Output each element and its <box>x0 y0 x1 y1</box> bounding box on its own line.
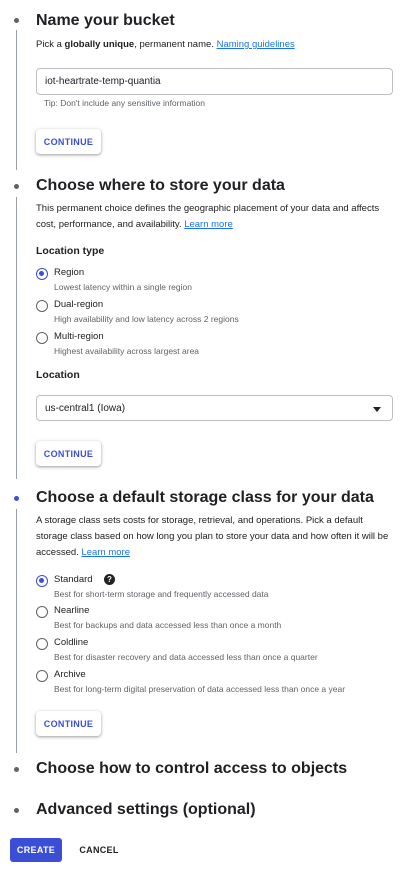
step-3-title[interactable]: Choose a default storage class for your … <box>36 489 374 507</box>
step-5-title[interactable]: Advanced settings (optional) <box>36 801 256 819</box>
radio-label: Multi-region <box>54 331 104 342</box>
radio-label: Coldline <box>54 637 89 648</box>
step-2-continue-button[interactable]: CONTINUE <box>36 441 101 466</box>
storage-option-nearline[interactable]: Nearline Best for backups and data acces… <box>36 605 396 635</box>
step-1-desc-prefix: Pick a <box>36 39 65 50</box>
location-label: Location <box>36 369 80 381</box>
step-2-learn-more-link[interactable]: Learn more <box>184 219 233 230</box>
radio-multi-region[interactable] <box>36 332 48 344</box>
location-option-dual-region[interactable]: Dual-region High availability and low la… <box>36 299 396 329</box>
radio-description: Highest availability across largest area <box>54 346 200 356</box>
radio-dual-region[interactable] <box>36 300 48 312</box>
stepper-rail-3 <box>16 509 17 753</box>
location-option-region[interactable]: Region Lowest latency within a single re… <box>36 267 396 297</box>
step-3-learn-more-link[interactable]: Learn more <box>81 547 130 558</box>
step-3-description: A storage class sets costs for storage, … <box>36 513 396 561</box>
radio-description: Best for long-term digital preservation … <box>54 684 346 694</box>
storage-option-archive[interactable]: Archive Best for long-term digital prese… <box>36 669 396 699</box>
storage-option-standard[interactable]: Standard ? Best for short-term storage a… <box>36 574 396 604</box>
step-4-title[interactable]: Choose how to control access to objects <box>36 760 347 778</box>
radio-label: Standard <box>54 574 93 585</box>
step-3-continue-button[interactable]: CONTINUE <box>36 711 101 736</box>
radio-description: Best for disaster recovery and data acce… <box>54 652 318 662</box>
radio-label: Archive <box>54 669 86 680</box>
radio-description: Best for short-term storage and frequent… <box>54 589 269 599</box>
naming-guidelines-link[interactable]: Naming guidelines <box>217 39 295 50</box>
create-button[interactable]: CREATE <box>10 838 62 862</box>
radio-coldline[interactable] <box>36 638 48 650</box>
step-1-continue-button[interactable]: CONTINUE <box>36 129 101 154</box>
location-select[interactable]: us-central1 (Iowa) <box>36 395 393 421</box>
radio-label: Region <box>54 267 85 278</box>
stepper-rail-2 <box>16 197 17 479</box>
radio-description: Best for backups and data accessed less … <box>54 620 282 630</box>
radio-region[interactable] <box>36 268 48 280</box>
radio-archive[interactable] <box>36 670 48 682</box>
bucket-name-input[interactable] <box>36 68 393 95</box>
radio-label: Dual-region <box>54 299 104 310</box>
radio-label: Nearline <box>54 605 90 616</box>
radio-standard[interactable] <box>36 575 48 587</box>
step-dot-2 <box>14 184 19 189</box>
stepper-rail-1 <box>16 30 17 170</box>
radio-nearline[interactable] <box>36 606 48 618</box>
step-dot-5 <box>14 808 19 813</box>
step-2-title[interactable]: Choose where to store your data <box>36 177 285 195</box>
bucket-name-hint: Tip: Don't include any sensitive informa… <box>44 98 205 108</box>
location-select-value: us-central1 (Iowa) <box>45 403 126 414</box>
step-1-description: Pick a globally unique, permanent name. … <box>36 37 396 53</box>
step-2-description: This permanent choice defines the geogra… <box>36 201 396 233</box>
step-dot-3 <box>14 496 19 501</box>
step-1-desc-bold: globally unique <box>64 39 135 50</box>
step-1-desc-suffix: , permanent name. <box>134 39 217 50</box>
storage-option-coldline[interactable]: Coldline Best for disaster recovery and … <box>36 637 396 667</box>
step-dot-4 <box>14 767 19 772</box>
help-icon[interactable]: ? <box>104 574 115 585</box>
location-option-multi-region[interactable]: Multi-region Highest availability across… <box>36 331 396 361</box>
step-1-title[interactable]: Name your bucket <box>36 12 175 30</box>
radio-description: High availability and low latency across… <box>54 314 239 324</box>
dropdown-arrow-icon <box>373 407 381 412</box>
cancel-button[interactable]: CANCEL <box>72 838 126 862</box>
radio-description: Lowest latency within a single region <box>54 282 192 292</box>
location-type-label: Location type <box>36 245 105 257</box>
step-dot-1 <box>14 18 19 23</box>
